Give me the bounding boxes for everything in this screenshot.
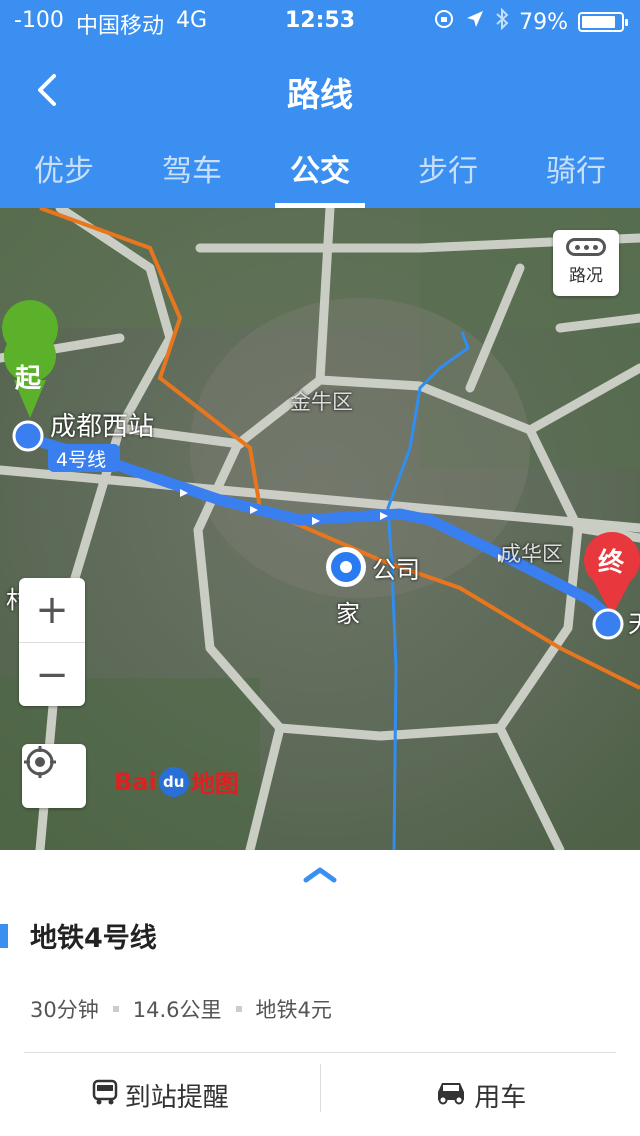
- traffic-label: 路况: [569, 266, 603, 286]
- zoom-out-button[interactable]: −: [19, 642, 85, 706]
- district-label-jinniu: 金牛区: [290, 390, 353, 414]
- tab-ride[interactable]: 骑行: [512, 140, 640, 208]
- route-distance: 14.6公里: [132, 998, 222, 1022]
- battery-percent: 79%: [519, 9, 568, 35]
- car-icon: [434, 1078, 468, 1113]
- end-badge-text: 终: [598, 548, 625, 578]
- route-name: 地铁4号线: [30, 923, 157, 954]
- status-bar: -100 中国移动 4G 12:53 79%: [0, 0, 640, 40]
- tab-transit[interactable]: 公交: [256, 140, 384, 208]
- route-fare: 地铁4元: [255, 998, 332, 1022]
- locate-me-button[interactable]: [22, 744, 86, 808]
- panel-divider: [24, 1052, 616, 1053]
- route-duration: 30分钟: [30, 998, 99, 1022]
- line-tag-label: 4号线: [56, 449, 107, 471]
- right-edge-label: 天: [628, 604, 640, 639]
- ride-car-label: 用车: [474, 1082, 527, 1113]
- top-bar: -100 中国移动 4G 12:53 79% 路线 优步 驾车 公交 步行 骑行: [0, 0, 640, 208]
- arrival-alert-button[interactable]: 到站提醒: [0, 1054, 320, 1136]
- tab-walk[interactable]: 步行: [384, 140, 512, 208]
- route-accent-bar: [0, 924, 8, 948]
- location-arrow-icon: [465, 9, 485, 35]
- zoom-in-button[interactable]: +: [19, 578, 85, 642]
- meta-separator: [235, 1006, 242, 1012]
- tab-drive[interactable]: 驾车: [128, 140, 256, 208]
- nav-bar: 路线: [0, 56, 640, 120]
- page-title: 路线: [287, 75, 353, 114]
- ride-car-button[interactable]: 用车: [321, 1054, 640, 1136]
- battery-icon: [578, 12, 628, 32]
- map-view[interactable]: 起 终 成都西站 4号线 金牛区 成华区 公司 家 村 天 路况 + − Bai…: [0, 208, 640, 850]
- mode-tabs: 优步 驾车 公交 步行 骑行: [0, 140, 640, 208]
- poi-home-label: 家: [336, 600, 360, 628]
- bus-alert-icon: [91, 1078, 119, 1113]
- traffic-icon: [566, 238, 606, 256]
- baidu-map-logo: Bai du 地图: [114, 766, 239, 798]
- zoom-controls: + −: [19, 578, 85, 706]
- panel-actions: 到站提醒 用车: [0, 1054, 640, 1136]
- traffic-toggle-button[interactable]: 路况: [553, 230, 619, 296]
- poi-company-label: 公司: [372, 556, 420, 584]
- tab-uber[interactable]: 优步: [0, 140, 128, 208]
- map-canvas: [0, 208, 640, 850]
- meta-separator: [112, 1006, 119, 1012]
- bluetooth-icon: [495, 7, 509, 36]
- district-label-chenghua: 成华区: [500, 542, 563, 566]
- start-station-label: 成都西站: [50, 412, 155, 442]
- route-panel: 地铁4号线 30分钟 14.6公里 地铁4元 到站提醒 用车: [0, 850, 640, 1136]
- start-badge-text: 起: [15, 364, 42, 394]
- arrival-alert-label: 到站提醒: [124, 1082, 229, 1113]
- expand-chevron-icon[interactable]: [300, 862, 340, 886]
- route-meta: 30分钟 14.6公里 地铁4元: [30, 994, 332, 1024]
- rotation-lock-icon: [433, 8, 455, 36]
